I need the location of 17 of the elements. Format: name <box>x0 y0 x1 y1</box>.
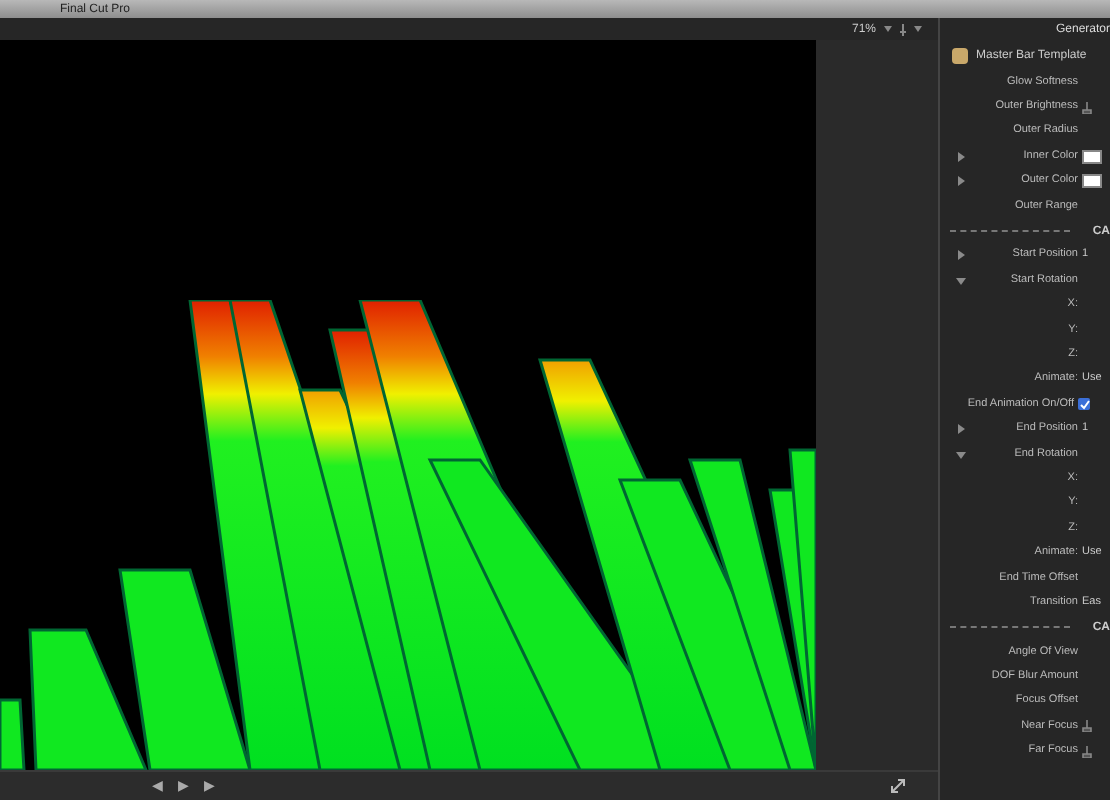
disclosure-triangle-right-icon[interactable] <box>955 176 965 187</box>
checkbox[interactable] <box>1078 398 1090 411</box>
disclosure-triangle-right-icon[interactable] <box>955 424 965 435</box>
disclosure-triangle-right-icon[interactable] <box>955 250 965 261</box>
generator-icon <box>952 47 968 63</box>
fullscreen-icon[interactable] <box>890 778 906 794</box>
slider-handle-icon[interactable] <box>1082 720 1092 733</box>
disclosure-triangle-down-icon[interactable] <box>955 449 965 460</box>
view-options-icon[interactable] <box>900 23 906 35</box>
caret-icon[interactable] <box>914 26 922 32</box>
color-swatch[interactable] <box>1082 174 1102 189</box>
caret-icon[interactable] <box>884 26 892 32</box>
slider-handle-icon[interactable] <box>1082 101 1092 114</box>
disclosure-triangle-down-icon[interactable] <box>955 275 965 286</box>
disclosure-triangle-right-icon[interactable] <box>955 151 965 162</box>
color-swatch[interactable] <box>1082 149 1102 164</box>
slider-handle-icon[interactable] <box>1082 745 1092 758</box>
